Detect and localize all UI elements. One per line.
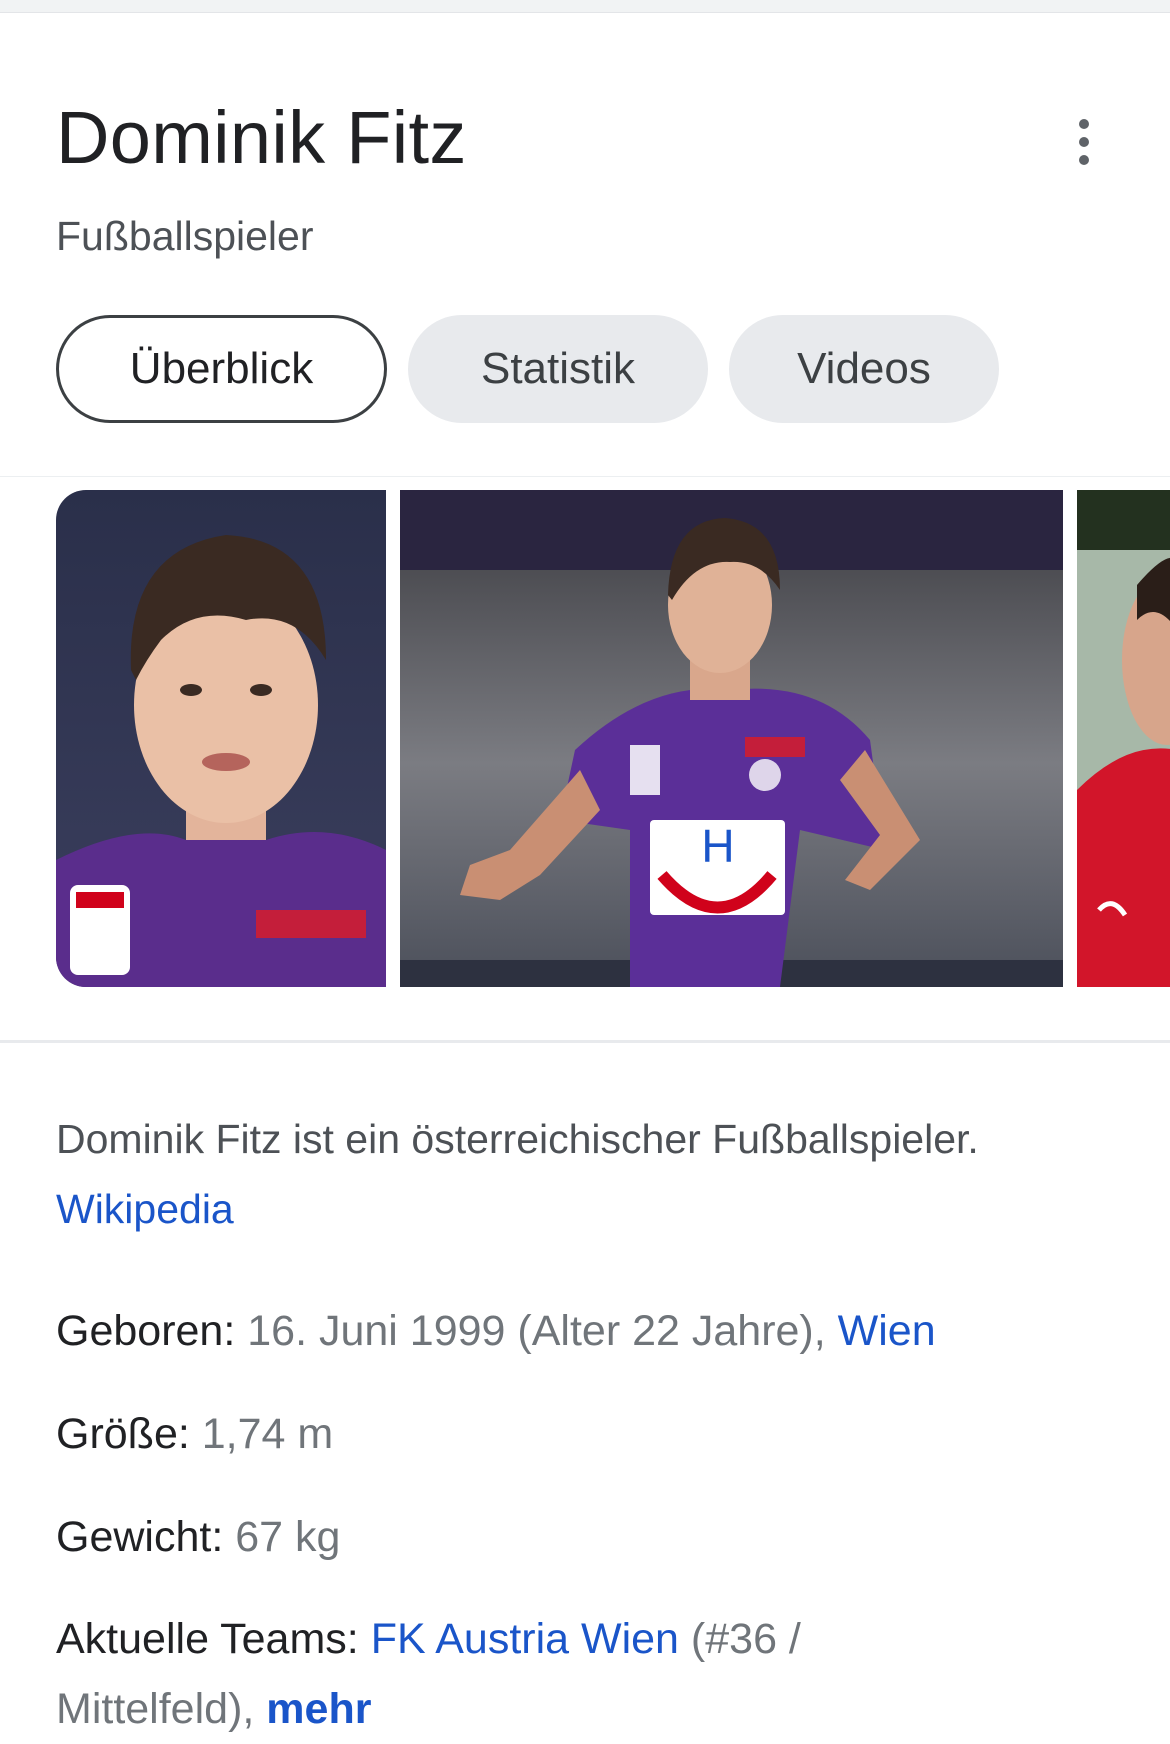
- divider: [0, 476, 1170, 477]
- fact-value: 1,74 m: [201, 1410, 334, 1458]
- fact-weight: Gewicht: 67 kg: [56, 1502, 1136, 1572]
- fact-value: 67 kg: [235, 1513, 341, 1561]
- fact-value: 16. Juni 1999 (Alter 22 Jahre),: [247, 1307, 826, 1355]
- portrait-image: [56, 490, 386, 987]
- page-subtitle: Fußballspieler: [56, 213, 314, 259]
- more-vert-icon[interactable]: [1044, 102, 1124, 182]
- more-dot: [1079, 155, 1089, 165]
- wikipedia-link[interactable]: Wikipedia: [56, 1186, 234, 1232]
- tab-label: Überblick: [129, 344, 314, 393]
- celebration-image: H: [400, 490, 1063, 987]
- tab-label: Statistik: [480, 344, 636, 393]
- player-image-1[interactable]: [56, 490, 386, 987]
- description-text: Dominik Fitz ist ein österreichischer Fu…: [56, 1116, 979, 1162]
- fact-height: Größe: 1,74 m: [56, 1399, 1136, 1469]
- divider: [0, 1040, 1170, 1043]
- image-carousel[interactable]: H: [0, 490, 1170, 987]
- team-detail: Mittelfeld),: [56, 1685, 255, 1733]
- fact-born: Geboren: 16. Juni 1999 (Alter 22 Jahre),…: [56, 1296, 1136, 1366]
- birthplace-link[interactable]: Wien: [838, 1307, 936, 1355]
- player-image-2[interactable]: H: [400, 490, 1063, 987]
- red-kit-image: [1077, 490, 1170, 987]
- fact-label: Größe:: [56, 1410, 190, 1458]
- fact-label: Gewicht:: [56, 1513, 224, 1561]
- player-image-3[interactable]: [1077, 490, 1170, 987]
- tab-videos[interactable]: Videos: [729, 315, 999, 423]
- page-title: Dominik Fitz: [56, 96, 467, 179]
- tab-label: Videos: [797, 344, 931, 393]
- tab-statistik[interactable]: Statistik: [408, 315, 708, 423]
- top-strip: [0, 0, 1170, 13]
- fact-label: Aktuelle Teams:: [56, 1615, 359, 1663]
- more-link[interactable]: mehr: [266, 1685, 371, 1733]
- team-link[interactable]: FK Austria Wien: [371, 1615, 679, 1663]
- svg-text:H: H: [701, 820, 734, 872]
- tab-ueberblick[interactable]: Überblick: [56, 315, 387, 423]
- team-detail: (#36 /: [690, 1615, 801, 1663]
- more-dot: [1079, 119, 1089, 129]
- fact-label: Geboren:: [56, 1307, 236, 1355]
- description: Dominik Fitz ist ein österreichischer Fu…: [56, 1104, 1116, 1244]
- fact-teams: Aktuelle Teams: FK Austria Wien (#36 / M…: [56, 1604, 1136, 1744]
- more-dot: [1079, 137, 1089, 147]
